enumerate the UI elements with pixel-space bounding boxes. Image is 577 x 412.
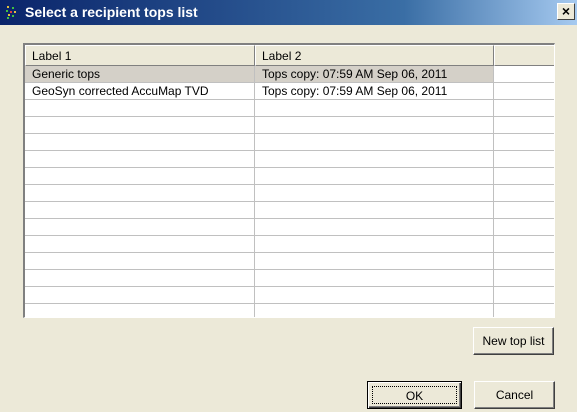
row-label-2	[255, 168, 494, 184]
row-filler	[494, 219, 554, 235]
new-top-list-button[interactable]: New top list	[473, 327, 554, 355]
row-filler	[494, 202, 554, 218]
row-label-2	[255, 236, 494, 252]
dialog-title: Select a recipient tops list	[25, 4, 198, 20]
row-label-2	[255, 151, 494, 167]
row-label-2	[255, 270, 494, 286]
row-filler	[494, 117, 554, 133]
row-filler	[494, 287, 554, 303]
list-row[interactable]	[25, 287, 554, 304]
row-filler	[494, 236, 554, 252]
row-filler	[494, 66, 554, 82]
close-button[interactable]: ×	[557, 3, 575, 20]
list-row[interactable]	[25, 134, 554, 151]
row-label-2	[255, 304, 494, 317]
row-label-1	[25, 168, 255, 184]
select-recipient-dialog: Select a recipient tops list × Label 1 L…	[0, 0, 577, 412]
row-label-2	[255, 117, 494, 133]
list-row[interactable]: GeoSyn corrected AccuMap TVD Tops copy: 0…	[25, 83, 554, 100]
row-filler	[494, 270, 554, 286]
list-row[interactable]	[25, 100, 554, 117]
row-label-2	[255, 253, 494, 269]
row-filler	[494, 83, 554, 99]
list-row[interactable]	[25, 168, 554, 185]
row-label-2	[255, 287, 494, 303]
ok-button-label: OK	[372, 386, 457, 404]
row-filler	[494, 134, 554, 150]
title-bar[interactable]: Select a recipient tops list ×	[0, 0, 577, 25]
row-label-2	[255, 134, 494, 150]
list-row[interactable]	[25, 151, 554, 168]
row-filler	[494, 100, 554, 116]
list-row[interactable]	[25, 236, 554, 253]
list-row[interactable]	[25, 202, 554, 219]
row-label-1: Generic tops	[25, 66, 255, 82]
row-label-2	[255, 185, 494, 201]
row-filler	[494, 185, 554, 201]
row-label-1	[25, 236, 255, 252]
cancel-button[interactable]: Cancel	[474, 381, 555, 409]
close-icon: ×	[561, 3, 571, 19]
row-label-1	[25, 287, 255, 303]
list-header: Label 1 Label 2	[25, 45, 554, 66]
tops-list-view[interactable]: Label 1 Label 2 Generic tops Tops copy: 0…	[23, 43, 555, 318]
list-row[interactable]	[25, 304, 554, 317]
list-row[interactable]	[25, 185, 554, 202]
list-row[interactable]	[25, 270, 554, 287]
row-label-1	[25, 151, 255, 167]
app-logo-icon	[5, 5, 19, 20]
row-filler	[494, 253, 554, 269]
row-label-1	[25, 185, 255, 201]
row-label-1	[25, 202, 255, 218]
list-rows: Generic tops Tops copy: 07:59 AM Sep 06, …	[25, 66, 554, 317]
row-label-2	[255, 202, 494, 218]
ok-button[interactable]: OK	[367, 381, 462, 409]
column-header-label-1[interactable]: Label 1	[25, 45, 255, 66]
row-label-1	[25, 270, 255, 286]
row-label-2: Tops copy: 07:59 AM Sep 06, 2011	[255, 83, 494, 99]
column-header-label-2[interactable]: Label 2	[255, 45, 494, 66]
row-label-1	[25, 219, 255, 235]
list-row[interactable]: Generic tops Tops copy: 07:59 AM Sep 06, …	[25, 66, 554, 83]
row-label-1	[25, 100, 255, 116]
list-row[interactable]	[25, 219, 554, 236]
row-filler	[494, 304, 554, 317]
row-label-1	[25, 134, 255, 150]
column-header-filler	[494, 45, 554, 66]
row-label-2	[255, 219, 494, 235]
row-label-1: GeoSyn corrected AccuMap TVD	[25, 83, 255, 99]
list-row[interactable]	[25, 117, 554, 134]
row-label-1	[25, 117, 255, 133]
row-filler	[494, 168, 554, 184]
row-label-2: Tops copy: 07:59 AM Sep 06, 2011	[255, 66, 494, 82]
row-filler	[494, 151, 554, 167]
row-label-1	[25, 253, 255, 269]
row-label-2	[255, 100, 494, 116]
row-label-1	[25, 304, 255, 317]
list-row[interactable]	[25, 253, 554, 270]
